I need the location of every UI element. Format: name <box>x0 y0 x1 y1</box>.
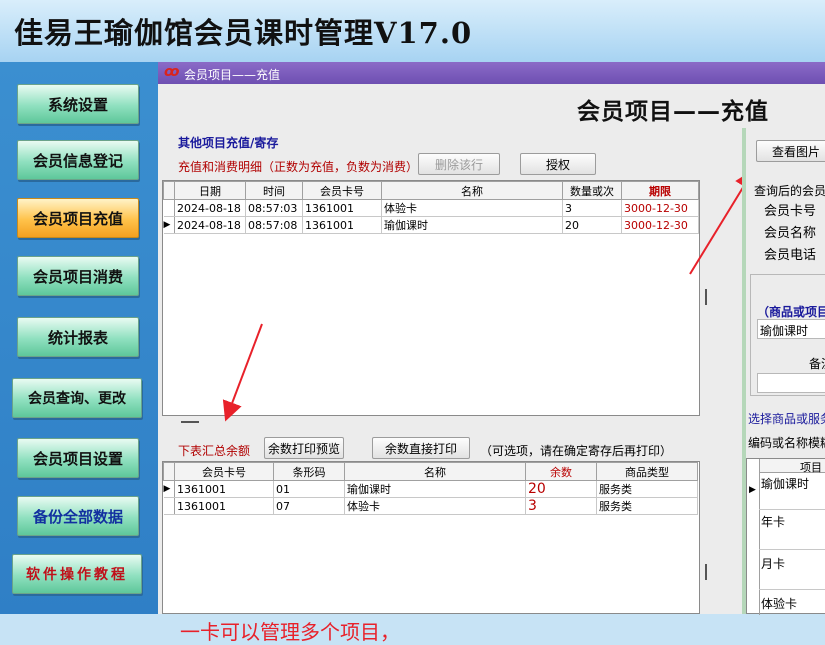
goods-value: 瑜伽课时 <box>760 324 809 338</box>
annotation-text: 一卡可以管理多个项目， <box>180 620 400 644</box>
row-divider <box>759 549 825 550</box>
sidebar-item-reports[interactable]: 统计报表 <box>17 317 139 357</box>
sidebar-item-member-register[interactable]: 会员信息登记 <box>17 140 139 180</box>
card-label: 会员卡号 <box>764 204 817 219</box>
goods-groupbox: （商品或项目 瑜伽课时 备注 <box>750 274 825 396</box>
recharge-window: ꝏ 会员项目——充值 会员项目——充值 其他项目充值/寄存 充值和消费明细（正数… <box>158 62 825 644</box>
sidebar-item-backup[interactable]: 备份全部数据 <box>17 496 139 536</box>
filter-label: 编码或名称模糊 <box>748 436 825 450</box>
goods-list[interactable]: 项目 ▶ 瑜伽课时 年卡 月卡 体验卡 <box>746 458 825 615</box>
row-divider <box>759 509 825 510</box>
goods-field[interactable]: 瑜伽课时 <box>757 319 825 339</box>
sidebar-item-tutorial[interactable]: 软件操作教程 <box>12 554 142 594</box>
sidebar: 系统设置 会员信息登记 会员项目充值 会员项目消费 统计报表 会员查询、更改 会… <box>0 62 160 614</box>
query-title: 查询后的会员 <box>754 184 825 198</box>
sidebar-item-item-settings[interactable]: 会员项目设置 <box>17 438 139 478</box>
sidebar-item-system-settings[interactable]: 系统设置 <box>17 84 139 124</box>
row-divider <box>759 589 825 590</box>
list-item[interactable]: 月卡 <box>761 555 785 572</box>
select-goods-label: 选择商品或服务 <box>748 412 825 426</box>
view-image-button[interactable]: 查看图片 <box>756 140 825 162</box>
list-item[interactable]: 体验卡 <box>761 595 797 612</box>
arrow-to-balance-icon <box>222 323 263 422</box>
right-panel: 查看图片 查询后的会员 会员卡号 会员名称 会员电话 （商品或项目 瑜伽课时 备… <box>742 128 825 615</box>
annotation-arrows <box>222 169 755 422</box>
note-label: 备注 <box>809 357 825 371</box>
phone-label: 会员电话 <box>764 248 817 263</box>
row-selector-column <box>747 459 760 615</box>
sidebar-item-member-query[interactable]: 会员查询、更改 <box>12 378 142 418</box>
name-label: 会员名称 <box>764 226 817 241</box>
app-title: 佳易王瑜伽馆会员课时管理V17.0 <box>14 16 473 50</box>
app-header: 佳易王瑜伽馆会员课时管理V17.0 <box>0 0 825 62</box>
row-selector-current-icon[interactable]: ▶ <box>749 485 756 495</box>
arrow-to-view-image-icon <box>689 169 755 275</box>
list-item[interactable]: 年卡 <box>761 513 785 530</box>
sidebar-item-member-recharge[interactable]: 会员项目充值 <box>17 198 139 238</box>
goods-title: （商品或项目 <box>757 305 825 319</box>
sidebar-item-member-consume[interactable]: 会员项目消费 <box>17 256 139 296</box>
list-header[interactable]: 项目 <box>759 459 825 474</box>
note-field[interactable] <box>757 373 825 393</box>
list-item[interactable]: 瑜伽课时 <box>761 475 809 492</box>
